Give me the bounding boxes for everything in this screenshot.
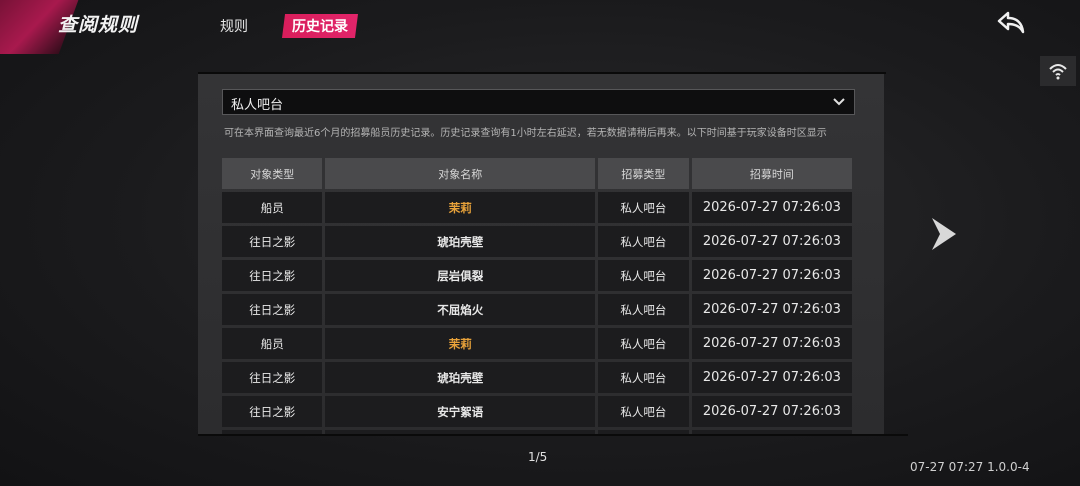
cell-object-type: 船员 (222, 192, 323, 223)
table-header-row: 对象类型 对象名称 招募类型 招募时间 (222, 158, 852, 189)
table-row: 往日之影 不屈焰火 私人吧台 2026-07-27 07:26:03 (222, 294, 852, 325)
cell-object-name: 沙尘战甲 (325, 430, 596, 434)
cell-object-name: 茉莉 (325, 192, 596, 223)
panel-bottom-border (198, 434, 908, 436)
cell-recruit-time: 2026-07-27 07:26:03 (691, 396, 852, 427)
page-title: 查阅规则 (58, 14, 139, 36)
recruit-type-dropdown[interactable]: 私人吧台 (222, 89, 855, 115)
cell-recruit-time: 2026-07-27 07:26:03 (691, 430, 852, 434)
cell-recruit-type: 私人吧台 (598, 294, 689, 325)
table-row: 船员 茉莉 私人吧台 2026-07-27 07:26:03 (222, 328, 852, 359)
wifi-icon (1049, 64, 1067, 80)
cell-recruit-time: 2026-07-27 07:26:03 (691, 192, 852, 223)
table-row: 往日之影 琥珀壳壁 私人吧台 2026-07-27 07:26:03 (222, 362, 852, 393)
table-row: 往日之影 层岩俱裂 私人吧台 2026-07-27 07:26:03 (222, 260, 852, 291)
cell-recruit-time: 2026-07-27 07:26:03 (691, 260, 852, 291)
header-object-name: 对象名称 (325, 158, 596, 189)
cell-recruit-time: 2026-07-27 07:26:03 (691, 362, 852, 393)
header-recruit-time: 招募时间 (691, 158, 852, 189)
table-row: 往日之影 安宁絮语 私人吧台 2026-07-27 07:26:03 (222, 396, 852, 427)
wifi-status (1040, 56, 1076, 86)
tab-history[interactable]: 历史记录 (282, 14, 358, 38)
cell-recruit-time: 2026-07-27 07:26:03 (691, 226, 852, 257)
cell-object-name: 茉莉 (325, 328, 596, 359)
cell-object-type: 往日之影 (222, 260, 323, 291)
cell-recruit-type: 私人吧台 (598, 226, 689, 257)
next-page-button[interactable] (926, 214, 964, 254)
cell-recruit-time: 2026-07-27 07:26:03 (691, 328, 852, 359)
dropdown-selected-value: 私人吧台 (231, 98, 284, 113)
cell-recruit-type: 私人吧台 (598, 192, 689, 223)
cell-object-type: 往日之影 (222, 294, 323, 325)
history-table: 对象类型 对象名称 招募类型 招募时间 船员 茉莉 私人吧台 2026-07-27 0… (222, 158, 855, 434)
back-arrow-icon (997, 11, 1025, 34)
history-notice: 可在本界面查询最近6个月的招募船员历史记录。历史记录查询有1小时左右延迟，若无数… (224, 128, 827, 139)
next-page-icon (932, 218, 956, 250)
cell-object-name: 琥珀壳壁 (325, 226, 596, 257)
cell-recruit-type: 私人吧台 (598, 430, 689, 434)
table-row: 往日之影 琥珀壳壁 私人吧台 2026-07-27 07:26:03 (222, 226, 852, 257)
cell-object-name: 琥珀壳壁 (325, 362, 596, 393)
cell-recruit-type: 私人吧台 (598, 362, 689, 393)
header-object-type: 对象类型 (222, 158, 323, 189)
top-bar: 查阅规则 规则 历史记录 (0, 0, 1080, 54)
cell-recruit-type: 私人吧台 (598, 396, 689, 427)
cell-object-type: 往日之影 (222, 396, 323, 427)
cell-recruit-type: 私人吧台 (598, 328, 689, 359)
cell-object-type: 往日之影 (222, 362, 323, 393)
header-recruit-type: 招募类型 (598, 158, 689, 189)
table-row: 船员 茉莉 私人吧台 2026-07-27 07:26:03 (222, 192, 852, 223)
cell-object-name: 安宁絮语 (325, 396, 596, 427)
chevron-down-icon (833, 98, 845, 106)
tab-rules[interactable]: 规则 (210, 14, 258, 38)
version-timestamp: 07-27 07:27 1.0.0-4 (910, 460, 1030, 474)
cell-object-name: 层岩俱裂 (325, 260, 596, 291)
cell-object-type: 往日之影 (222, 430, 323, 434)
cell-object-type: 船员 (222, 328, 323, 359)
cell-object-name: 不屈焰火 (325, 294, 596, 325)
page-indicator: 1/5 (528, 450, 548, 464)
back-button[interactable] (996, 10, 1028, 38)
cell-object-type: 往日之影 (222, 226, 323, 257)
cell-recruit-type: 私人吧台 (598, 260, 689, 291)
cell-recruit-time: 2026-07-27 07:26:03 (691, 294, 852, 325)
table-row: 往日之影沙尘战甲私人吧台2026-07-27 07:26:03 (222, 430, 852, 434)
history-table-viewport[interactable]: 对象类型 对象名称 招募类型 招募时间 船员 茉莉 私人吧台 2026-07-27 0… (222, 158, 862, 434)
